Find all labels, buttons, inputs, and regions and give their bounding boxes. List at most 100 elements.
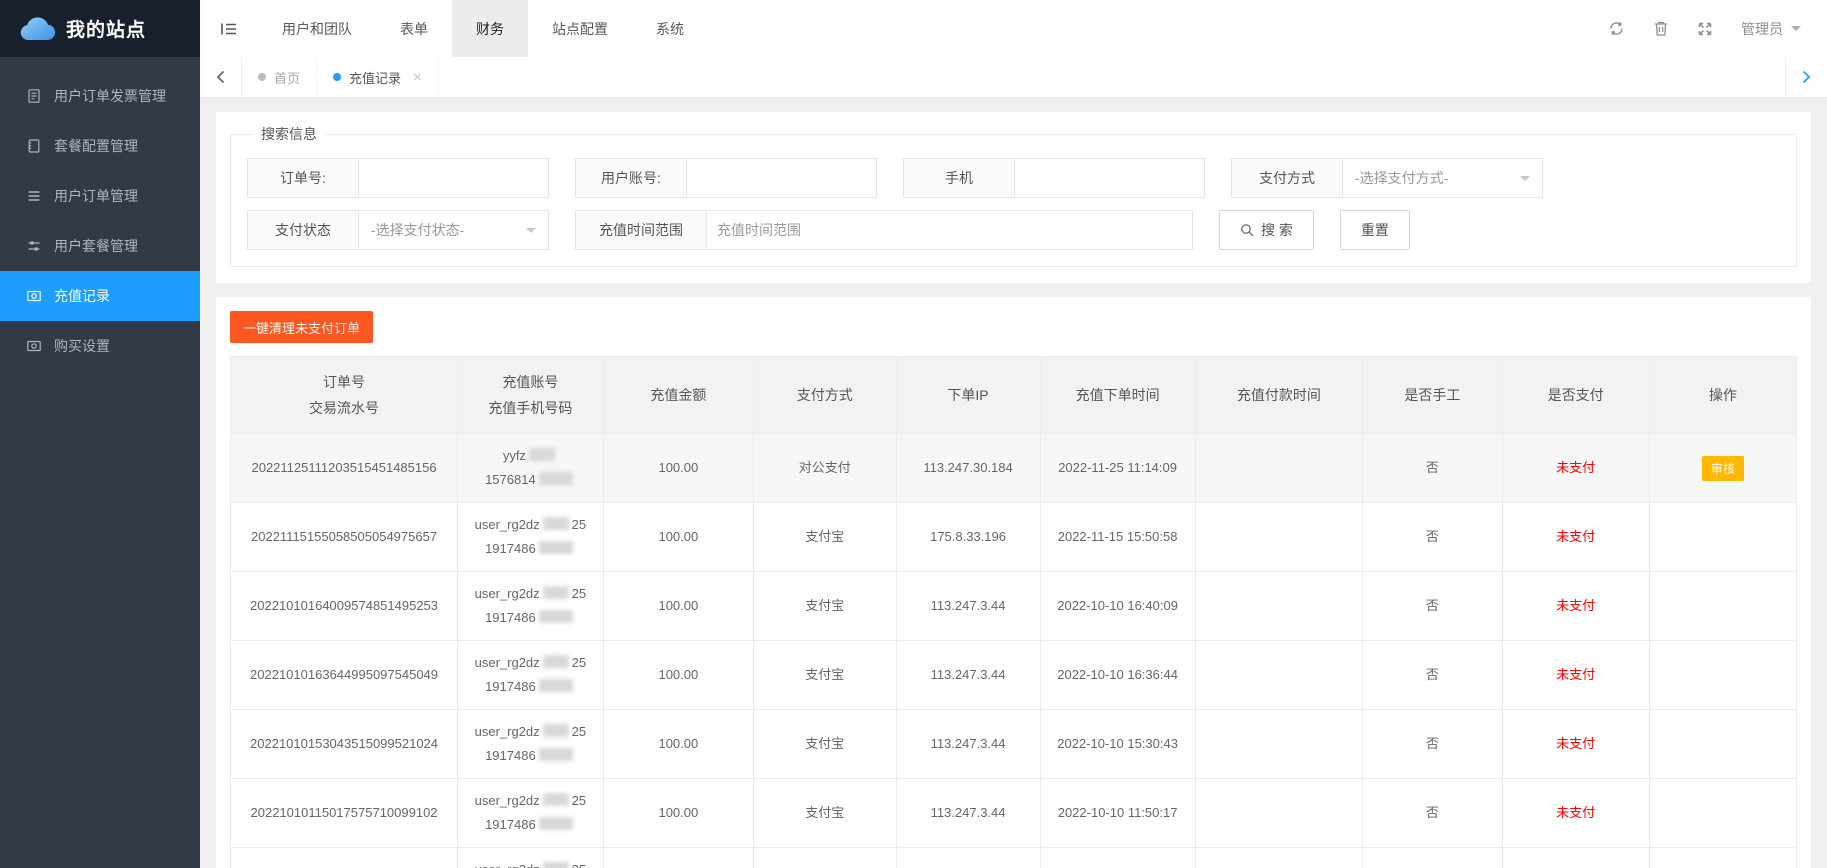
cell-pay-method: 支付宝 — [753, 502, 897, 572]
tab-dot — [333, 73, 342, 81]
cell-actions — [1648, 778, 1798, 848]
cell-account: yyfz 1576814 — [457, 433, 604, 503]
reset-button[interactable]: 重置 — [1339, 210, 1410, 250]
sidebar-item-package-config[interactable]: 套餐配置管理 — [0, 121, 200, 171]
cell-order-no: 20221115155058505054975657 — [229, 502, 459, 572]
cell-order-ip: 113.247.3.44 — [895, 847, 1041, 868]
tabs-scroll-left[interactable] — [200, 57, 242, 97]
cell-pay-method: 支付宝 — [753, 778, 897, 848]
cell-is-paid: 未支付 — [1501, 502, 1650, 572]
fullscreen-icon[interactable] — [1697, 21, 1713, 37]
pay-method-group: 支付方式 -选择支付方式- — [1231, 158, 1543, 198]
sidebar-item-user-orders[interactable]: 用户订单管理 — [0, 171, 200, 221]
tabs-scroll-right[interactable] — [1785, 57, 1827, 97]
cell-pay-method: 支付宝 — [753, 847, 897, 868]
user-account-input[interactable] — [687, 158, 877, 198]
cell-amount: 100.00 — [602, 847, 755, 868]
cell-pay-time — [1194, 778, 1364, 848]
clear-unpaid-orders-button[interactable]: 一键清理未支付订单 — [230, 311, 374, 343]
sidebar-collapse-icon[interactable] — [200, 0, 258, 57]
phone-label: 手机 — [903, 158, 1015, 198]
pay-status-label: 支付状态 — [247, 210, 359, 250]
col-pay-time: 充值付款时间 — [1194, 356, 1364, 434]
time-range-label: 充值时间范围 — [575, 210, 707, 250]
search-panel: 搜索信息 订单号: 用户账号: 手机 支付方式 -选择支付方式- 支付状态 -选… — [216, 112, 1811, 283]
user-account-label: 用户账号: — [575, 158, 687, 198]
redaction-blur — [542, 586, 569, 599]
sidebar-item-user-packages[interactable]: 用户套餐管理 — [0, 221, 200, 271]
tab-home[interactable]: 首页 — [242, 57, 318, 97]
cell-pay-method: 对公支付 — [753, 433, 897, 503]
tab-dot — [258, 73, 266, 81]
refresh-icon[interactable] — [1608, 20, 1625, 37]
cell-order-ip: 113.247.3.44 — [895, 640, 1041, 710]
pay-method-value: -选择支付方式- — [1355, 170, 1449, 186]
top-nav: 用户和团队 表单 财务 站点配置 系统 管理员 — [200, 0, 1827, 57]
cell-is-manual: 否 — [1362, 709, 1503, 779]
col-pay-method: 支付方式 — [753, 356, 897, 434]
cell-amount: 100.00 — [602, 640, 755, 710]
sidebar-item-user-order-invoice[interactable]: 用户订单发票管理 — [0, 71, 200, 121]
cell-actions — [1648, 847, 1798, 868]
pay-status-select[interactable]: -选择支付状态- — [359, 210, 549, 250]
time-range-input[interactable] — [707, 210, 1193, 250]
cell-amount: 100.00 — [602, 433, 755, 503]
site-title: 我的站点 — [66, 20, 147, 41]
pay-method-select[interactable]: -选择支付方式- — [1343, 158, 1543, 198]
col-amount: 充值金额 — [602, 356, 755, 434]
cell-account: user_rg2dz25 1917486 — [457, 502, 604, 572]
invoice-icon — [28, 89, 40, 103]
sidebar-item-label: 套餐配置管理 — [54, 138, 138, 154]
redaction-blur — [538, 748, 573, 761]
phone-input[interactable] — [1015, 158, 1205, 198]
cell-order-time: 2022-10-10 11:49:53 — [1039, 847, 1196, 868]
cloud-logo-icon — [20, 17, 56, 41]
user-account-group: 用户账号: — [575, 158, 877, 198]
search-fieldset: 搜索信息 订单号: 用户账号: 手机 支付方式 -选择支付方式- 支付状态 -选… — [230, 124, 1797, 267]
col-order-ip: 下单IP — [895, 356, 1041, 434]
audit-button[interactable]: 审核 — [1701, 455, 1744, 481]
pay-status-group: 支付状态 -选择支付状态- — [247, 210, 549, 250]
top-bar: 我的站点 用户和团队 表单 财务 站点配置 系统 管理员 — [0, 0, 1827, 57]
search-row-2: 支付状态 -选择支付状态- 充值时间范围 搜 索 — [247, 210, 1780, 250]
table-row: 20221010115017575710099102 user_rg2dz 25 … — [229, 778, 1798, 848]
nav-item-finance[interactable]: 财务 — [452, 0, 528, 57]
sidebar-item-purchase-settings[interactable]: 购买设置 — [0, 321, 200, 371]
trash-icon[interactable] — [1653, 20, 1669, 37]
cell-is-manual: 否 — [1362, 847, 1503, 868]
cell-order-ip: 113.247.3.44 — [895, 778, 1041, 848]
table-row: 20221010163644995097545049 user_rg2dz 25 … — [229, 640, 1798, 710]
list-icon — [28, 191, 40, 201]
redaction-blur — [542, 517, 569, 530]
order-no-input[interactable] — [359, 158, 549, 198]
sidebar-item-label: 用户订单管理 — [54, 188, 138, 204]
nav-item-forms[interactable]: 表单 — [376, 0, 452, 57]
nav-item-site-config[interactable]: 站点配置 — [528, 0, 632, 57]
redaction-blur — [542, 793, 569, 806]
cell-pay-method: 支付宝 — [753, 709, 897, 779]
cell-account: user_rg2dz25 1917486 — [457, 778, 604, 848]
col-is-paid: 是否支付 — [1501, 356, 1650, 434]
sidebar-item-recharge-records[interactable]: 充值记录 — [0, 271, 200, 321]
nav-item-system[interactable]: 系统 — [632, 0, 708, 57]
cell-pay-time — [1194, 502, 1364, 572]
search-legend: 搜索信息 — [261, 126, 317, 142]
tab-recharge-records[interactable]: 充值记录 × — [317, 57, 439, 97]
cell-order-ip: 175.8.33.196 — [895, 502, 1041, 572]
table-row: 20221010164009574851495253 user_rg2dz 25 … — [229, 571, 1798, 641]
cell-order-ip: 113.247.3.44 — [895, 709, 1041, 779]
top-actions: 管理员 — [1608, 0, 1827, 57]
close-icon[interactable]: × — [413, 70, 422, 85]
user-menu[interactable]: 管理员 — [1741, 19, 1801, 39]
cell-is-manual: 否 — [1362, 502, 1503, 572]
table-row: 20221010114953495710251535 user_rg2dz25 … — [229, 847, 1798, 868]
cell-order-time: 2022-10-10 11:50:17 — [1039, 778, 1196, 848]
cell-order-time: 2022-11-25 11:14:09 — [1039, 433, 1196, 503]
cell-is-paid: 未支付 — [1501, 709, 1650, 779]
tab-bar: 首页 充值记录 × — [200, 57, 1827, 98]
time-range-group: 充值时间范围 — [575, 210, 1193, 250]
search-button[interactable]: 搜 索 — [1219, 210, 1314, 250]
sidebar-item-label: 充值记录 — [54, 288, 110, 304]
sidebar-item-label: 用户订单发票管理 — [54, 88, 166, 104]
nav-item-users-teams[interactable]: 用户和团队 — [258, 0, 376, 57]
